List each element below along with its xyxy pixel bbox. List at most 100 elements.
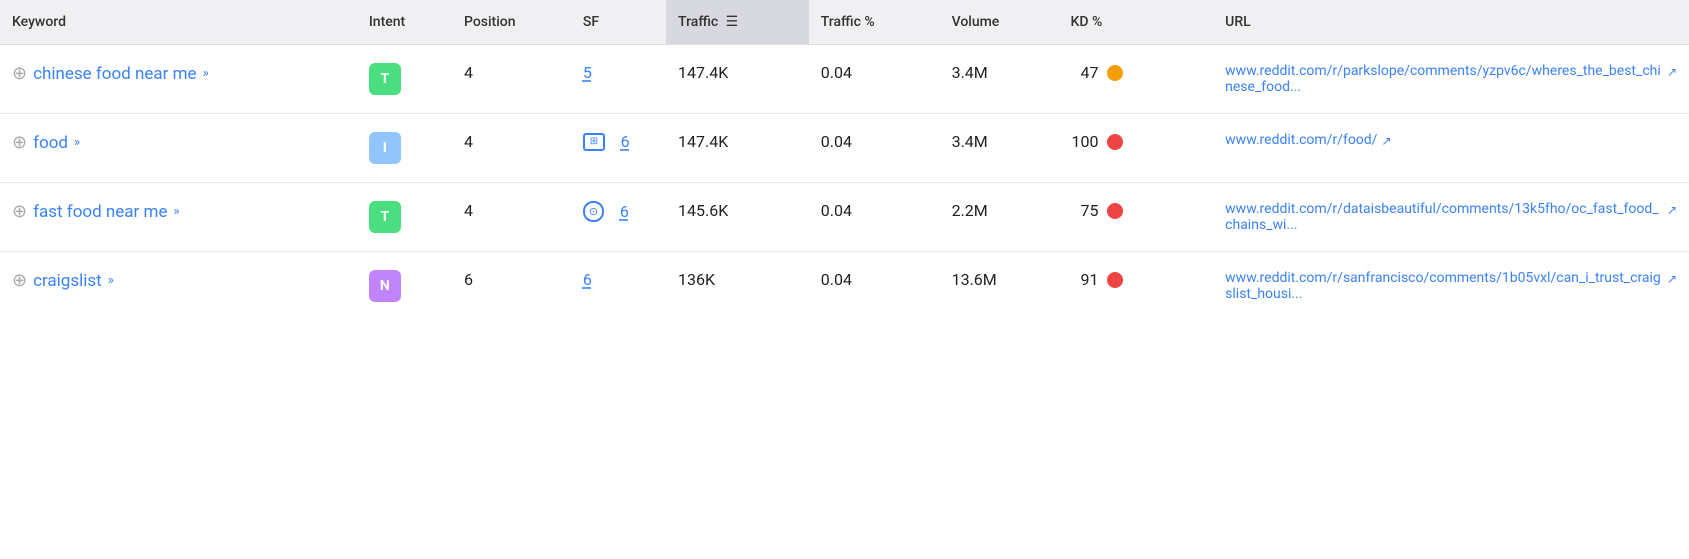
intent-badge: T — [369, 201, 401, 233]
url-text: www.reddit.com/r/dataisbeautiful/comment… — [1225, 201, 1663, 233]
intent-cell: N — [357, 252, 452, 321]
kd-cell: 47 — [1059, 45, 1214, 114]
position-cell: 4 — [452, 45, 571, 114]
col-header-traffic-pct[interactable]: Traffic % — [809, 0, 940, 45]
chevron-right-icon: » — [203, 66, 209, 81]
chevron-right-icon: » — [108, 273, 114, 288]
url-text: www.reddit.com/r/parkslope/comments/yzpv… — [1225, 63, 1663, 95]
traffic-pct-value: 0.04 — [821, 63, 852, 82]
col-header-traffic[interactable]: Traffic ☰ — [666, 0, 809, 45]
col-header-intent[interactable]: Intent — [357, 0, 452, 45]
volume-cell: 13.6M — [940, 252, 1059, 321]
url-text: www.reddit.com/r/sanfrancisco/comments/1… — [1225, 270, 1663, 302]
position-cell: 4 — [452, 183, 571, 252]
sf-value: 6 — [620, 202, 629, 221]
col-header-position[interactable]: Position — [452, 0, 571, 45]
traffic-pct-value: 0.04 — [821, 270, 852, 289]
kd-difficulty-dot — [1107, 65, 1123, 81]
volume-cell: 2.2M — [940, 183, 1059, 252]
kd-difficulty-dot — [1107, 272, 1123, 288]
url-link[interactable]: www.reddit.com/r/dataisbeautiful/comment… — [1225, 201, 1677, 233]
add-keyword-icon[interactable]: ⊕ — [12, 201, 27, 222]
table-row: ⊕ chinese food near me » T 4 5 147.4K 0.… — [0, 45, 1689, 114]
position-cell: 6 — [452, 252, 571, 321]
volume-cell: 3.4M — [940, 114, 1059, 183]
traffic-pct-cell: 0.04 — [809, 183, 940, 252]
kd-value: 91 — [1071, 270, 1099, 289]
intent-badge: I — [369, 132, 401, 164]
intent-badge: T — [369, 63, 401, 95]
kd-difficulty-dot — [1107, 203, 1123, 219]
add-keyword-icon[interactable]: ⊕ — [12, 270, 27, 291]
keyword-link[interactable]: chinese food near me » — [33, 64, 209, 84]
position-cell: 4 — [452, 114, 571, 183]
traffic-cell: 147.4K — [666, 45, 809, 114]
volume-value: 3.4M — [952, 132, 988, 151]
traffic-value: 136K — [678, 270, 715, 289]
intent-cell: T — [357, 45, 452, 114]
table-row: ⊕ food » I 4 ⊞ 6 147.4K 0.04 3.4M — [0, 114, 1689, 183]
external-link-icon: ↗ — [1667, 65, 1677, 79]
sf-cell: 6 — [571, 252, 666, 321]
intent-cell: T — [357, 183, 452, 252]
external-link-icon: ↗ — [1667, 203, 1677, 217]
col-header-kd[interactable]: KD % — [1059, 0, 1214, 45]
col-header-url[interactable]: URL — [1213, 0, 1689, 45]
image-icon: ⊞ — [583, 133, 605, 151]
url-link[interactable]: www.reddit.com/r/parkslope/comments/yzpv… — [1225, 63, 1677, 95]
volume-value: 2.2M — [952, 201, 988, 220]
sf-cell: ⊙ 6 — [571, 183, 666, 252]
url-cell: www.reddit.com/r/parkslope/comments/yzpv… — [1213, 45, 1689, 114]
keyword-link[interactable]: craigslist » — [33, 271, 114, 291]
url-link[interactable]: www.reddit.com/r/food/ ↗ — [1225, 132, 1677, 148]
keyword-cell: ⊕ food » — [0, 114, 357, 183]
url-cell: www.reddit.com/r/sanfrancisco/comments/1… — [1213, 252, 1689, 321]
chevron-right-icon: » — [74, 135, 80, 150]
url-cell: www.reddit.com/r/food/ ↗ — [1213, 114, 1689, 183]
url-link[interactable]: www.reddit.com/r/sanfrancisco/comments/1… — [1225, 270, 1677, 302]
traffic-value: 147.4K — [678, 63, 728, 82]
traffic-cell: 147.4K — [666, 114, 809, 183]
chevron-right-icon: » — [173, 204, 179, 219]
volume-value: 13.6M — [952, 270, 997, 289]
col-header-sf[interactable]: SF — [571, 0, 666, 45]
position-value: 4 — [464, 132, 473, 151]
kd-difficulty-dot — [1107, 134, 1123, 150]
kd-cell: 75 — [1059, 183, 1214, 252]
kd-value: 47 — [1071, 63, 1099, 82]
table-row: ⊕ craigslist » N 6 6 136K 0.04 13. — [0, 252, 1689, 321]
url-cell: www.reddit.com/r/dataisbeautiful/comment… — [1213, 183, 1689, 252]
traffic-cell: 145.6K — [666, 183, 809, 252]
keyword-cell: ⊕ chinese food near me » — [0, 45, 357, 114]
col-header-volume[interactable]: Volume — [940, 0, 1059, 45]
sf-cell: 5 — [571, 45, 666, 114]
kd-cell: 91 — [1059, 252, 1214, 321]
add-keyword-icon[interactable]: ⊕ — [12, 63, 27, 84]
position-value: 4 — [464, 201, 473, 220]
position-value: 4 — [464, 63, 473, 82]
kd-value: 75 — [1071, 201, 1099, 220]
sf-value: 6 — [621, 132, 630, 151]
intent-badge: N — [369, 270, 401, 302]
sort-icon: ☰ — [726, 14, 739, 30]
add-keyword-icon[interactable]: ⊕ — [12, 132, 27, 153]
url-text: www.reddit.com/r/food/ — [1225, 132, 1377, 148]
position-value: 6 — [464, 270, 473, 289]
traffic-pct-cell: 0.04 — [809, 45, 940, 114]
external-link-icon: ↗ — [1381, 134, 1391, 148]
keyword-cell: ⊕ fast food near me » — [0, 183, 357, 252]
traffic-pct-value: 0.04 — [821, 132, 852, 151]
keyword-link[interactable]: food » — [33, 133, 80, 153]
keyword-link[interactable]: fast food near me » — [33, 202, 179, 222]
link-icon: ⊙ — [583, 201, 604, 222]
kd-value: 100 — [1071, 132, 1099, 151]
keyword-table-container: Keyword Intent Position SF Traffic ☰ Tra… — [0, 0, 1689, 320]
table-header-row: Keyword Intent Position SF Traffic ☰ Tra… — [0, 0, 1689, 45]
sf-cell: ⊞ 6 — [571, 114, 666, 183]
traffic-pct-cell: 0.04 — [809, 114, 940, 183]
kd-cell: 100 — [1059, 114, 1214, 183]
sf-value: 6 — [583, 270, 592, 289]
col-header-keyword[interactable]: Keyword — [0, 0, 357, 45]
traffic-pct-cell: 0.04 — [809, 252, 940, 321]
volume-value: 3.4M — [952, 63, 988, 82]
